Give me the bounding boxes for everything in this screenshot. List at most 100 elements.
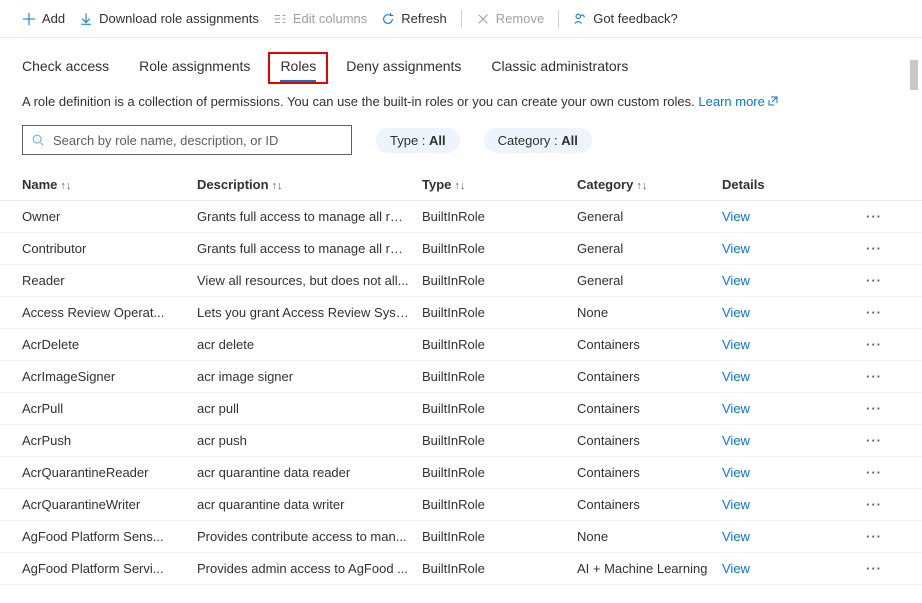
col-header-description[interactable]: Description↑↓ xyxy=(197,177,422,192)
view-link[interactable]: View xyxy=(722,497,750,512)
more-actions-button[interactable]: ··· xyxy=(866,433,882,448)
table-row[interactable]: AcrQuarantineReaderacr quarantine data r… xyxy=(0,457,922,489)
cell-category: None xyxy=(577,529,722,544)
view-link[interactable]: View xyxy=(722,561,750,576)
table-row[interactable]: ReaderView all resources, but does not a… xyxy=(0,265,922,297)
table-body: OwnerGrants full access to manage all re… xyxy=(0,201,922,585)
table-row[interactable]: OwnerGrants full access to manage all re… xyxy=(0,201,922,233)
more-actions-button[interactable]: ··· xyxy=(866,401,882,416)
table-row[interactable]: AgFood Platform Sens...Provides contribu… xyxy=(0,521,922,553)
table-row[interactable]: AgFood Platform Servi...Provides admin a… xyxy=(0,553,922,585)
view-link[interactable]: View xyxy=(722,433,750,448)
table-row[interactable]: AcrPushacr pushBuiltInRoleContainersView… xyxy=(0,425,922,457)
table-header: Name↑↓ Description↑↓ Type↑↓ Category↑↓ D… xyxy=(0,169,922,201)
learn-more-link[interactable]: Learn more xyxy=(698,94,778,109)
view-link[interactable]: View xyxy=(722,305,750,320)
type-filter[interactable]: Type : All xyxy=(376,128,460,153)
table-row[interactable]: AcrImageSigneracr image signerBuiltInRol… xyxy=(0,361,922,393)
cell-category: Containers xyxy=(577,497,722,512)
cell-description: acr image signer xyxy=(197,369,422,384)
cell-name: AgFood Platform Servi... xyxy=(22,561,197,576)
refresh-button[interactable]: Refresh xyxy=(381,11,447,26)
cell-type: BuiltInRole xyxy=(422,497,577,512)
remove-icon xyxy=(476,12,490,26)
scrollbar[interactable] xyxy=(910,60,918,599)
download-icon xyxy=(79,12,93,26)
view-link[interactable]: View xyxy=(722,209,750,224)
table-row[interactable]: AcrDeleteacr deleteBuiltInRoleContainers… xyxy=(0,329,922,361)
view-link[interactable]: View xyxy=(722,369,750,384)
scrollbar-thumb[interactable] xyxy=(910,60,918,90)
search-box[interactable] xyxy=(22,125,352,155)
cell-category: Containers xyxy=(577,401,722,416)
table-row[interactable]: AcrQuarantineWriteracr quarantine data w… xyxy=(0,489,922,521)
remove-button: Remove xyxy=(476,11,544,26)
more-actions-button[interactable]: ··· xyxy=(866,369,882,384)
refresh-label: Refresh xyxy=(401,11,447,26)
view-link[interactable]: View xyxy=(722,529,750,544)
tab-bar: Check access Role assignments Roles Deny… xyxy=(0,38,922,90)
cell-description: Provides contribute access to man... xyxy=(197,529,422,544)
cell-type: BuiltInRole xyxy=(422,369,577,384)
cell-description: Lets you grant Access Review Syste... xyxy=(197,305,422,320)
view-link[interactable]: View xyxy=(722,337,750,352)
tab-classic[interactable]: Classic administrators xyxy=(491,58,628,80)
columns-icon xyxy=(273,12,287,26)
table-row[interactable]: AcrPullacr pullBuiltInRoleContainersView… xyxy=(0,393,922,425)
separator xyxy=(558,10,559,28)
cell-type: BuiltInRole xyxy=(422,337,577,352)
cell-type: BuiltInRole xyxy=(422,209,577,224)
view-link[interactable]: View xyxy=(722,401,750,416)
cell-name: Owner xyxy=(22,209,197,224)
more-actions-button[interactable]: ··· xyxy=(866,561,882,576)
sort-icon: ↑↓ xyxy=(636,180,647,192)
cell-category: None xyxy=(577,305,722,320)
col-header-name[interactable]: Name↑↓ xyxy=(22,177,197,192)
category-filter-label: Category : xyxy=(498,133,562,148)
type-filter-value: All xyxy=(429,133,446,148)
tab-check-access[interactable]: Check access xyxy=(22,58,109,80)
cell-type: BuiltInRole xyxy=(422,273,577,288)
cell-name: AcrQuarantineReader xyxy=(22,465,197,480)
tab-deny-assignments[interactable]: Deny assignments xyxy=(346,58,461,80)
more-actions-button[interactable]: ··· xyxy=(866,209,882,224)
tab-role-assignments[interactable]: Role assignments xyxy=(139,58,250,80)
more-actions-button[interactable]: ··· xyxy=(866,241,882,256)
cell-name: Contributor xyxy=(22,241,197,256)
more-actions-button[interactable]: ··· xyxy=(866,529,882,544)
search-input[interactable] xyxy=(51,132,343,149)
feedback-button[interactable]: Got feedback? xyxy=(573,11,678,26)
cell-category: General xyxy=(577,209,722,224)
edit-columns-button: Edit columns xyxy=(273,11,367,26)
view-link[interactable]: View xyxy=(722,273,750,288)
cell-category: General xyxy=(577,273,722,288)
more-actions-button[interactable]: ··· xyxy=(866,305,882,320)
col-header-type[interactable]: Type↑↓ xyxy=(422,177,577,192)
cell-name: AcrImageSigner xyxy=(22,369,197,384)
add-button[interactable]: Add xyxy=(22,11,65,26)
cell-type: BuiltInRole xyxy=(422,465,577,480)
cell-type: BuiltInRole xyxy=(422,401,577,416)
category-filter[interactable]: Category : All xyxy=(484,128,592,153)
cell-name: AcrQuarantineWriter xyxy=(22,497,197,512)
edit-columns-label: Edit columns xyxy=(293,11,367,26)
plus-icon xyxy=(22,12,36,26)
cell-category: Containers xyxy=(577,465,722,480)
view-link[interactable]: View xyxy=(722,465,750,480)
view-link[interactable]: View xyxy=(722,241,750,256)
col-header-category[interactable]: Category↑↓ xyxy=(577,177,722,192)
cell-name: Reader xyxy=(22,273,197,288)
more-actions-button[interactable]: ··· xyxy=(866,497,882,512)
tab-roles[interactable]: Roles xyxy=(280,58,316,80)
more-actions-button[interactable]: ··· xyxy=(866,273,882,288)
sort-icon: ↑↓ xyxy=(60,180,71,192)
more-actions-button[interactable]: ··· xyxy=(866,337,882,352)
table-row[interactable]: ContributorGrants full access to manage … xyxy=(0,233,922,265)
download-button[interactable]: Download role assignments xyxy=(79,11,259,26)
add-label: Add xyxy=(42,11,65,26)
remove-label: Remove xyxy=(496,11,544,26)
col-header-details: Details xyxy=(722,177,842,192)
cell-description: acr pull xyxy=(197,401,422,416)
table-row[interactable]: Access Review Operat...Lets you grant Ac… xyxy=(0,297,922,329)
more-actions-button[interactable]: ··· xyxy=(866,465,882,480)
